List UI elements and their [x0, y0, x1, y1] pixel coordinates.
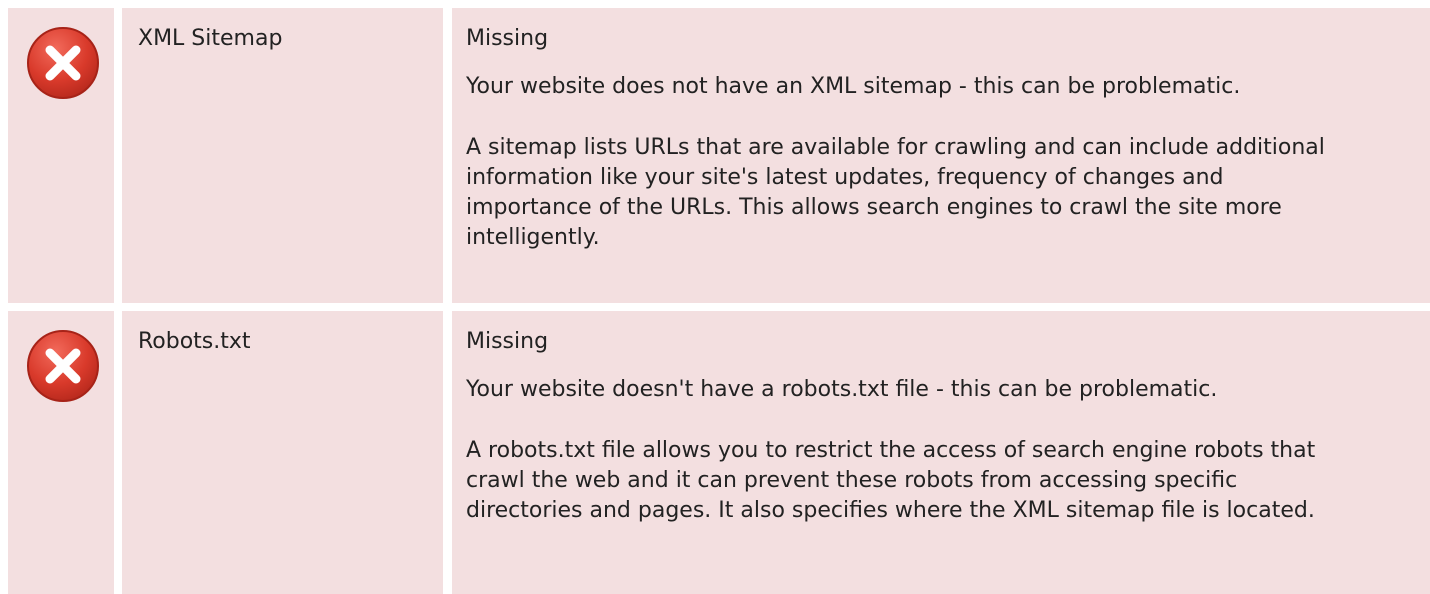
check-status: Missing [466, 26, 549, 51]
check-description: A robots.txt file allows you to restrict… [466, 438, 1316, 523]
check-name: Robots.txt [138, 329, 251, 354]
error-x-icon [27, 27, 99, 99]
check-detail-cell: Missing Your website does not have an XM… [452, 8, 1430, 303]
check-name-cell: Robots.txt [122, 311, 443, 594]
check-status: Missing [466, 329, 549, 354]
check-summary: Your website does not have an XML sitema… [466, 74, 1241, 99]
check-description: A sitemap lists URLs that are available … [466, 135, 1325, 250]
check-detail-cell: Missing Your website doesn't have a robo… [452, 311, 1430, 594]
status-icon-cell [8, 8, 114, 303]
check-row-robots-txt: Robots.txt Missing Your website doesn't … [0, 311, 1430, 594]
status-icon-cell [8, 311, 114, 594]
check-name: XML Sitemap [138, 26, 283, 51]
error-x-icon [27, 330, 99, 402]
check-summary: Your website doesn't have a robots.txt f… [466, 377, 1218, 402]
check-name-cell: XML Sitemap [122, 8, 443, 303]
check-row-xml-sitemap: XML Sitemap Missing Your website does no… [0, 8, 1430, 303]
